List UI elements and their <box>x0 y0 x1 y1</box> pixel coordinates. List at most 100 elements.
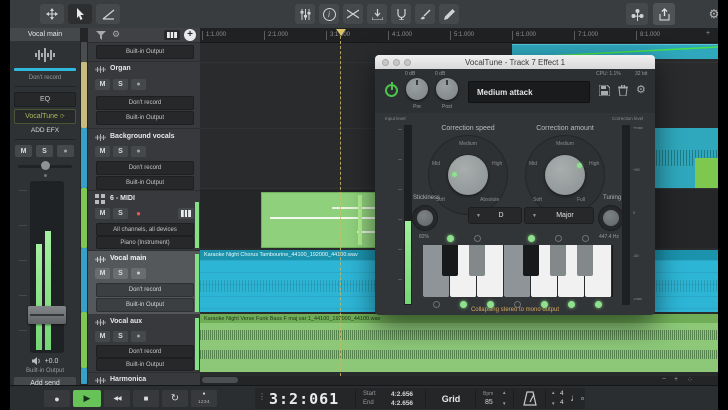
track-output-button[interactable]: Built-in Output <box>96 111 194 125</box>
count-in-button[interactable]: ● 1234 <box>191 390 217 407</box>
track-arm-button[interactable]: ● <box>131 268 146 279</box>
track-mute-button[interactable]: M <box>95 146 110 157</box>
start-value[interactable]: 4:2.656 <box>391 391 413 398</box>
grid-button[interactable]: Grid <box>430 388 472 409</box>
bpm-value[interactable]: 85 <box>485 399 493 406</box>
bpm-down-icon[interactable]: ▼ <box>502 401 506 406</box>
audio-clip-bass[interactable]: Karaoke Night Verse Funk Bass F maj var … <box>200 314 718 372</box>
track-name[interactable]: Background vocals <box>110 133 175 140</box>
time-sig-top[interactable]: 4 <box>560 390 564 397</box>
fade-tool-button[interactable] <box>96 4 120 24</box>
mixer-output[interactable]: Built-in Output <box>10 367 80 375</box>
add-track-button[interactable]: + <box>184 29 196 41</box>
track-name[interactable]: 6 - MIDI <box>110 195 135 202</box>
scale-dropdown[interactable]: ▼ Major <box>524 207 594 224</box>
monitor-button[interactable] <box>391 4 411 24</box>
track-solo-button[interactable]: S <box>113 146 128 157</box>
track-mute-button[interactable]: M <box>95 208 110 219</box>
save-preset-icon[interactable] <box>599 85 610 96</box>
midi-instrument-button[interactable]: Piano (Instrument) <box>96 236 194 249</box>
stickiness-knob[interactable] <box>412 205 438 231</box>
pan-slider-handle[interactable] <box>41 161 50 170</box>
track-record-mode-button[interactable]: Don't record <box>96 283 194 297</box>
eq-button[interactable]: EQ <box>14 92 76 107</box>
mixer-solo-button[interactable]: S <box>36 145 53 157</box>
track-record-mode-button[interactable]: Don't record <box>96 96 194 110</box>
vocaltune-effect-button[interactable]: VocalTune ⟳ <box>14 109 76 124</box>
minimize-window-icon[interactable] <box>393 59 400 66</box>
speed-option[interactable]: Mid <box>432 161 440 167</box>
track-record-mode-button[interactable]: Don't record <box>96 161 194 175</box>
info-button[interactable]: i <box>319 4 339 24</box>
amount-option[interactable]: Mid <box>529 161 537 167</box>
track-arm-button[interactable]: ● <box>131 331 146 342</box>
pencil-button[interactable] <box>439 4 459 24</box>
amount-option[interactable]: Medium <box>551 141 579 147</box>
key-F#[interactable] <box>523 245 539 276</box>
tuning-knob[interactable] <box>598 205 624 231</box>
cursor-tool-button[interactable] <box>68 4 92 24</box>
track-mute-button[interactable]: M <box>95 79 110 90</box>
track-arm-button[interactable]: ● <box>131 79 146 90</box>
bpm-up-icon[interactable]: ▲ <box>502 390 506 395</box>
mixer-record-mode[interactable]: Don't record <box>10 74 80 82</box>
key-dropdown[interactable]: ▼ D <box>468 207 522 224</box>
track-name[interactable]: Vocal main <box>110 255 146 262</box>
fader-handle[interactable] <box>28 306 66 324</box>
plugin-window[interactable]: VocalTune - Track 7 Effect 1 0 dB 0 dB C… <box>375 55 655 315</box>
track-solo-button[interactable]: S <box>113 79 128 90</box>
move-tool-button[interactable] <box>40 4 64 24</box>
add-efx-button[interactable]: ADD EFX <box>10 126 80 135</box>
mixer-record-arm-button[interactable]: ● <box>57 145 74 157</box>
sig-up-icon[interactable]: ▲ <box>551 390 555 395</box>
playhead-marker[interactable] <box>336 29 346 36</box>
track-record-mode-button[interactable]: Don't record <box>96 345 194 358</box>
zoom-window-icon[interactable] <box>404 59 411 66</box>
track-output-button[interactable]: Built-in Output <box>96 298 194 312</box>
amount-option[interactable]: Full <box>577 197 585 203</box>
ruler-expand-icon[interactable]: + <box>706 30 710 37</box>
speed-option[interactable]: Medium <box>454 141 482 147</box>
play-button[interactable]: ▶ <box>73 390 101 407</box>
audio-clip[interactable] <box>695 158 718 188</box>
brush-button[interactable] <box>415 4 435 24</box>
effects-tree-button[interactable] <box>626 3 648 25</box>
track-solo-button[interactable]: S <box>113 331 128 342</box>
track-output-button[interactable]: Built-in Output <box>96 45 194 59</box>
rewind-button[interactable]: ◀◀ <box>104 390 130 407</box>
stop-button[interactable]: ■ <box>133 390 159 407</box>
track-arm-button[interactable]: ● <box>131 146 146 157</box>
note-value-button[interactable]: ♩o <box>569 388 585 409</box>
punch-button[interactable] <box>367 4 387 24</box>
h-scrollbar[interactable]: − + ⁘ <box>200 376 718 385</box>
delete-preset-icon[interactable] <box>618 85 628 96</box>
key-A#[interactable] <box>577 245 593 276</box>
track-name[interactable]: Organ <box>110 65 131 72</box>
panel-gear-icon[interactable]: ⚙ <box>112 29 120 40</box>
time-display[interactable]: 3:2:061 <box>269 390 339 408</box>
loop-button[interactable]: ↻ <box>162 390 188 407</box>
speed-option[interactable]: High <box>492 161 502 167</box>
amount-option[interactable]: Soft <box>533 197 542 203</box>
settings-gear-icon[interactable]: ⚙ <box>704 4 724 24</box>
mixer-mute-button[interactable]: M <box>15 145 32 157</box>
crossfade-button[interactable] <box>343 4 363 24</box>
time-sig-bottom[interactable]: 4 <box>560 399 564 406</box>
key-D#[interactable] <box>469 245 485 276</box>
zoom-in-icon[interactable]: + <box>674 376 678 383</box>
track-record-dot[interactable]: ● <box>131 208 146 219</box>
zoom-fit-icon[interactable]: ⁘ <box>687 376 693 384</box>
correction-amount-knob[interactable]: Medium Mid High Soft Full <box>525 135 605 215</box>
close-window-icon[interactable] <box>382 59 389 66</box>
end-value[interactable]: 4:2.656 <box>391 400 413 407</box>
time-format-selector[interactable]: ⋮ <box>258 392 266 401</box>
timeline-ruler[interactable]: 1:1.0002:1.0003:1.0004:1.0005:1.0006:1.0… <box>200 28 718 43</box>
midi-input-button[interactable]: All channels, all devices <box>96 223 194 236</box>
track-mute-button[interactable]: M <box>95 268 110 279</box>
keyboard-view-icon[interactable] <box>164 30 180 40</box>
track-mute-button[interactable]: M <box>95 331 110 342</box>
track-name[interactable]: Vocal aux <box>110 318 142 325</box>
h-scrollbar-handle[interactable] <box>202 377 238 383</box>
key-C#[interactable] <box>442 245 458 276</box>
filter-icon[interactable] <box>96 31 106 40</box>
